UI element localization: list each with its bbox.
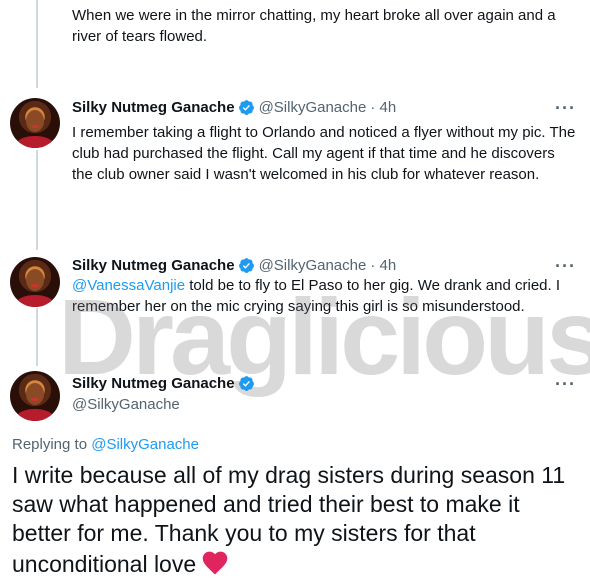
more-options-icon[interactable]: ··· — [555, 256, 576, 277]
verified-badge-icon — [238, 99, 255, 116]
timestamp[interactable]: · 4h — [370, 99, 396, 116]
author-handle[interactable]: @SilkyGanache — [72, 396, 180, 413]
verified-badge-icon — [238, 257, 255, 274]
verified-badge-icon — [238, 375, 255, 392]
thread-line — [36, 0, 38, 88]
tweet-text: I remember taking a flight to Orlando an… — [72, 124, 576, 183]
tweet-text: @VanessaVanjie told be to fly to El Paso… — [72, 275, 577, 317]
tweet[interactable]: Silky Nutmeg Ganache @SilkyGanache · 4h … — [0, 255, 590, 345]
tweet[interactable]: Silky Nutmeg Ganache @SilkyGanache · 4h … — [0, 96, 590, 236]
main-tweet-text-content: I write because all of my drag sisters d… — [12, 462, 566, 577]
author-handle[interactable]: @SilkyGanache — [259, 99, 367, 116]
more-options-icon[interactable]: ··· — [555, 374, 576, 395]
avatar[interactable] — [10, 371, 60, 421]
author-name[interactable]: Silky Nutmeg Ganache — [72, 257, 235, 274]
author-name[interactable]: Silky Nutmeg Ganache — [72, 375, 235, 392]
avatar[interactable] — [10, 257, 60, 307]
main-tweet-text: I write because all of my drag sisters d… — [12, 461, 582, 582]
author-handle[interactable]: @SilkyGanache — [259, 257, 367, 274]
avatar[interactable] — [10, 98, 60, 148]
replying-label: Replying to — [12, 436, 92, 453]
tweet-text: When we were in the mirror chatting, my … — [72, 7, 556, 45]
timestamp[interactable]: · 4h — [370, 257, 396, 274]
replying-to-link[interactable]: @SilkyGanache — [91, 436, 199, 453]
mention-link[interactable]: @VanessaVanjie — [72, 277, 185, 294]
replying-to: Replying to @SilkyGanache — [12, 436, 199, 453]
more-options-icon[interactable]: ··· — [555, 98, 576, 119]
red-heart-icon — [200, 548, 230, 582]
author-name[interactable]: Silky Nutmeg Ganache — [72, 99, 235, 116]
